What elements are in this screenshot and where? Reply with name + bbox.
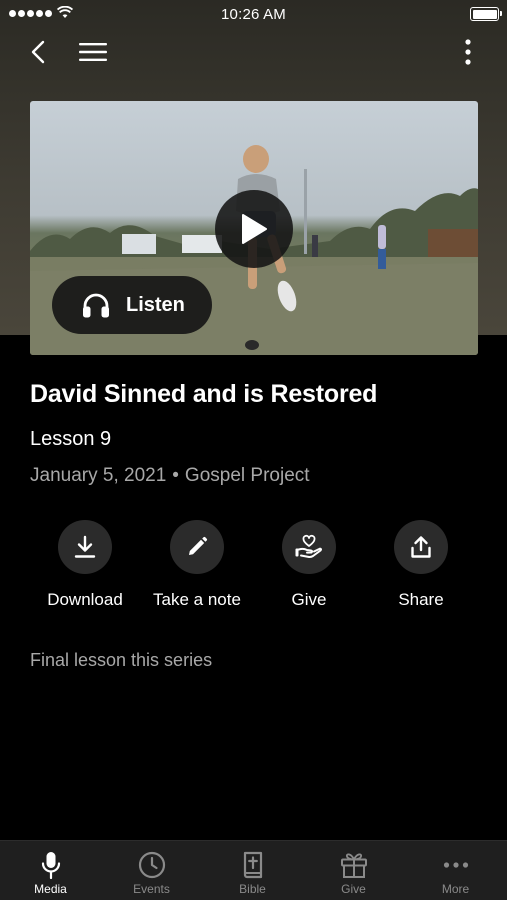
- lesson-title: David Sinned and is Restored: [30, 380, 378, 408]
- tab-events-label: Events: [133, 882, 170, 896]
- top-nav: [0, 30, 507, 74]
- vertical-ellipsis-icon: [465, 39, 471, 65]
- give-button[interactable]: Give: [253, 520, 365, 610]
- series-note: Final lesson this series: [30, 650, 213, 670]
- share-icon: [411, 536, 431, 558]
- meta-separator: •: [172, 465, 179, 486]
- back-button[interactable]: [16, 30, 60, 74]
- lesson-date: January 5, 2021: [30, 465, 167, 486]
- tab-bible-label: Bible: [239, 882, 266, 896]
- tab-more-label: More: [441, 882, 470, 896]
- more-options-button[interactable]: [446, 30, 490, 74]
- lesson-subtitle: Lesson 9: [30, 428, 112, 450]
- status-time: 10:26 AM: [221, 6, 286, 23]
- download-button[interactable]: Download: [29, 520, 141, 610]
- take-a-note-label: Take a note: [153, 590, 241, 609]
- download-circle: [58, 520, 112, 574]
- give-circle: [282, 520, 336, 574]
- tab-media-label: Media: [34, 882, 67, 896]
- tab-give[interactable]: Give: [303, 841, 404, 900]
- menu-button[interactable]: [71, 30, 115, 74]
- bible-icon: [243, 851, 262, 879]
- pencil-icon: [189, 536, 208, 555]
- take-a-note-button[interactable]: Take a note: [141, 520, 253, 610]
- tab-bar: Media Events Bible Give More: [0, 840, 507, 900]
- share-label: Share: [398, 590, 444, 609]
- headphones-icon: [83, 293, 109, 318]
- clock-icon: [138, 851, 165, 879]
- action-row: Download Take a note Give Share: [0, 520, 507, 612]
- download-icon: [74, 535, 96, 558]
- series-name[interactable]: Gospel Project: [185, 465, 310, 487]
- play-icon: [242, 214, 267, 244]
- chevron-left-icon: [31, 40, 45, 64]
- microphone-icon: [41, 852, 60, 879]
- battery-icon: [470, 7, 502, 21]
- status-bar: 10:26 AM: [0, 0, 507, 28]
- listen-label: Listen: [126, 293, 185, 316]
- give-heart-hand-icon: [295, 534, 323, 559]
- hamburger-menu-icon: [79, 43, 107, 61]
- play-button[interactable]: [215, 190, 293, 268]
- lesson-meta: January 5, 2021 • Gospel Project: [30, 465, 310, 487]
- share-circle: [394, 520, 448, 574]
- download-label: Download: [47, 590, 123, 609]
- horizontal-ellipsis-icon: [443, 862, 468, 868]
- listen-button[interactable]: Listen: [52, 276, 212, 334]
- share-button[interactable]: Share: [365, 520, 477, 610]
- lesson-thumbnail[interactable]: Listen: [30, 101, 478, 355]
- tab-media[interactable]: Media: [0, 841, 101, 900]
- tab-bible[interactable]: Bible: [202, 841, 303, 900]
- gift-icon: [340, 853, 367, 878]
- tab-more[interactable]: More: [405, 841, 506, 900]
- tab-give-label: Give: [341, 882, 366, 896]
- tab-events[interactable]: Events: [101, 841, 202, 900]
- give-label: Give: [291, 590, 327, 609]
- take-a-note-circle: [170, 520, 224, 574]
